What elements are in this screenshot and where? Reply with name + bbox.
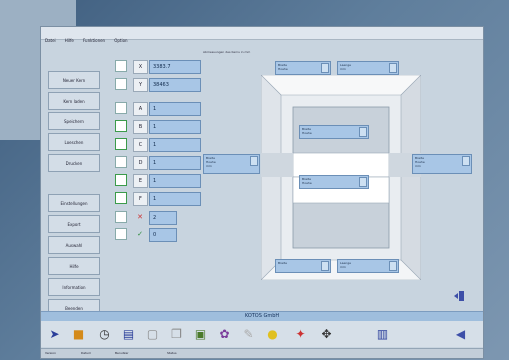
cross-icon: ✕: [137, 213, 143, 221]
dimension-value[interactable]: [321, 261, 329, 271]
param-value-field[interactable]: 2: [149, 211, 177, 225]
core-bevel-right: [400, 75, 421, 280]
param-value-field[interactable]: 1: [149, 120, 201, 134]
param-value-field[interactable]: 1: [149, 174, 201, 188]
menu-functions[interactable]: Funktionen: [83, 35, 105, 47]
dimension-box-top-right[interactable]: Laenge mm: [337, 61, 399, 75]
page-icon[interactable]: ▢: [145, 326, 160, 341]
core-bevel-top: [261, 75, 421, 96]
app-window: Datei Hilfe Funktionen Option Neuer Kern…: [40, 26, 484, 359]
image-icon[interactable]: ▣: [193, 326, 208, 341]
dimension-box-inner-top[interactable]: Breite Hoehe: [299, 125, 369, 139]
core-center-limb: [292, 152, 390, 178]
row-checkbox[interactable]: [115, 102, 127, 114]
sidebar-button-select[interactable]: Auswahl: [48, 236, 100, 254]
dimension-box-left[interactable]: Breite Hoehe mm: [203, 154, 260, 174]
dimension-box-right[interactable]: Breite Hoehe mm: [412, 154, 472, 174]
dimension-label: Hoehe: [302, 131, 312, 135]
menu-help[interactable]: Hilfe: [65, 35, 74, 47]
menu-file[interactable]: Datei: [45, 35, 56, 47]
sidebar-button-delete[interactable]: Loeschen: [48, 133, 100, 151]
param-letter: B: [133, 120, 148, 134]
pin-icon[interactable]: ✦: [293, 326, 308, 341]
dimension-value[interactable]: [359, 127, 367, 137]
sidebar-button-info[interactable]: Information: [48, 278, 100, 296]
row-checkbox[interactable]: [115, 192, 127, 204]
param-value-field[interactable]: 1: [149, 138, 201, 152]
diagram-header: Abmessungen des Kerns in mm: [203, 50, 251, 54]
dimension-box-top-left[interactable]: Breite Hoehe: [275, 61, 331, 75]
param-letter: F: [133, 192, 148, 206]
exit-door-icon[interactable]: [453, 290, 465, 302]
param-value-field[interactable]: 1: [149, 156, 201, 170]
sidebar-button-help[interactable]: Hilfe: [48, 257, 100, 275]
sidebar-button-print[interactable]: Drucken: [48, 154, 100, 172]
row-checkbox[interactable]: [115, 78, 127, 90]
param-letter: X: [133, 60, 148, 74]
param-value-field[interactable]: 1: [149, 102, 201, 116]
menu-options[interactable]: Option: [114, 35, 127, 47]
dimension-box-bottom-left[interactable]: Breite: [275, 259, 331, 273]
cursor-icon[interactable]: ●: [265, 326, 280, 341]
row-checkbox[interactable]: [115, 120, 127, 132]
check-icon: ✓: [137, 230, 143, 238]
status-field-state: Status: [167, 351, 177, 355]
param-letter: C: [133, 138, 148, 152]
dimension-value[interactable]: [389, 261, 397, 271]
expand-icon[interactable]: ✥: [319, 326, 334, 341]
dimension-value[interactable]: [250, 156, 258, 166]
param-value-field[interactable]: 0: [149, 228, 177, 242]
param-letter: E: [133, 174, 148, 188]
param-value-field[interactable]: 3383.7: [149, 60, 201, 74]
brush-icon[interactable]: ✎: [241, 326, 256, 341]
dimension-value[interactable]: [462, 156, 470, 166]
param-value-field[interactable]: 1: [149, 192, 201, 206]
sidebar-button-load[interactable]: Kern laden: [48, 92, 100, 110]
row-checkbox[interactable]: [115, 211, 127, 223]
company-strip: KOTOS GmbH: [41, 311, 483, 321]
sidebar-button-new[interactable]: Neuer Kern: [48, 71, 100, 89]
dimension-label: Hoehe: [302, 181, 312, 185]
status-field-user: Benutzer: [115, 351, 129, 355]
save-icon[interactable]: ▥: [375, 326, 390, 341]
folder-icon[interactable]: ■: [71, 326, 86, 341]
dimension-box-bottom-right[interactable]: Laenge mm: [337, 259, 399, 273]
dimension-label: mm: [340, 265, 346, 269]
row-checkbox[interactable]: [115, 228, 127, 240]
row-checkbox[interactable]: [115, 138, 127, 150]
dimension-value[interactable]: [359, 177, 367, 187]
core-left-gap: [261, 153, 293, 177]
sidebar-button-settings[interactable]: Einstellungen: [48, 194, 100, 212]
row-checkbox[interactable]: [115, 60, 127, 72]
sidebar-button-save[interactable]: Speichern: [48, 112, 100, 130]
status-bar: Version Datum Benutzer Status: [41, 348, 483, 358]
core-bevel-left: [261, 75, 282, 280]
palette-icon[interactable]: ✿: [217, 326, 232, 341]
document-icon[interactable]: ▤: [121, 326, 136, 341]
clock-icon[interactable]: ◷: [97, 326, 112, 341]
status-field-date: Datum: [81, 351, 92, 355]
toolbar: ➤ ■ ◷ ▤ ▢ ❐ ▣ ✿ ✎ ● ✦ ✥ ▥ ◀: [41, 321, 483, 347]
copy-icon[interactable]: ❐: [169, 326, 184, 341]
param-value-field[interactable]: 38463: [149, 78, 201, 92]
dimension-label: mm: [340, 67, 346, 71]
pointer-icon[interactable]: ➤: [47, 326, 62, 341]
param-letter: Y: [133, 78, 148, 92]
row-checkbox[interactable]: [115, 156, 127, 168]
row-checkbox[interactable]: [115, 174, 127, 186]
menu-bar: Datei Hilfe Funktionen Option: [41, 27, 483, 43]
status-field-version: Version: [45, 351, 57, 355]
dimension-box-inner-bottom[interactable]: Breite Hoehe: [299, 175, 369, 189]
exit-icon[interactable]: ◀: [453, 326, 468, 341]
dimension-label: mm: [415, 164, 421, 168]
dimension-value[interactable]: [321, 63, 329, 73]
param-letter: D: [133, 156, 148, 170]
dimension-value[interactable]: [389, 63, 397, 73]
param-letter: A: [133, 102, 148, 116]
sidebar-button-export[interactable]: Export: [48, 215, 100, 233]
